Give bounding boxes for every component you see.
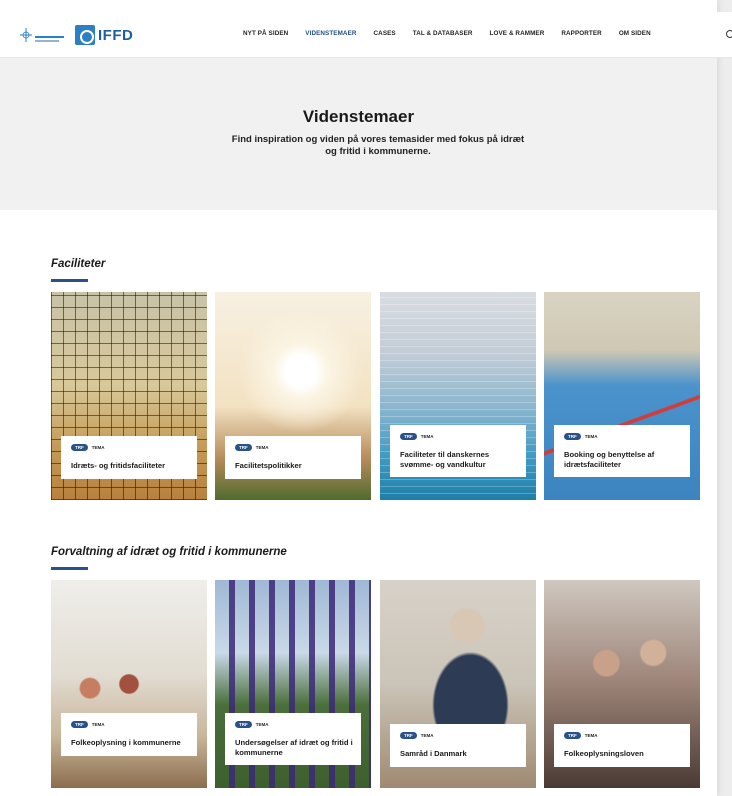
theme-card[interactable]: TRF TEMA Faciliteter til danskernes svøm…: [380, 292, 536, 500]
badge-pill: TRF: [564, 732, 581, 739]
nav-item-cases[interactable]: CASES: [374, 30, 396, 37]
badge-pill: TRF: [400, 433, 417, 440]
theme-badge: TRF TEMA: [564, 433, 682, 440]
badge-tag: TEMA: [584, 733, 598, 738]
badge-tag: TEMA: [255, 445, 269, 450]
card-title: Booking og benyttelse af idrætsfacilitet…: [564, 450, 655, 469]
theme-badge: TRF TEMA: [71, 444, 189, 451]
card-title: Facilitetspolitikker: [235, 461, 302, 470]
card-info: TRF TEMA Undersøgelser af idræt og friti…: [225, 713, 361, 765]
card-info: TRF TEMA Samråd i Danmark: [390, 724, 526, 767]
badge-pill: TRF: [71, 444, 88, 451]
theme-card[interactable]: TRF TEMA Idræts- og fritidsfaciliteter: [51, 292, 207, 500]
badge-tag: TEMA: [420, 434, 434, 439]
theme-badge: TRF TEMA: [564, 732, 682, 739]
card-title: Idræts- og fritidsfaciliteter: [71, 461, 166, 470]
iffd-mark-icon: [75, 25, 95, 45]
badge-tag: TEMA: [91, 445, 105, 450]
badge-pill: TRF: [400, 732, 417, 739]
main-nav: NYT PÅ SIDEN VIDENSTEMAER CASES TAL & DA…: [243, 30, 668, 37]
page-subtitle: Find inspiration og viden på vores temas…: [231, 134, 525, 157]
card-info: TRF TEMA Booking og benyttelse af idræts…: [554, 425, 690, 477]
site-header: IFFD NYT PÅ SIDEN VIDENSTEMAER CASES TAL…: [0, 12, 732, 58]
page-title: Videnstemaer: [302, 107, 415, 126]
theme-card[interactable]: TRF TEMA Folkeoplysning i kommunerne: [51, 580, 207, 788]
hero-banner: Videnstemaer Find inspiration og viden p…: [0, 58, 717, 210]
section-title-forvaltning: Forvaltning af idræt og fritid i kommune…: [51, 546, 287, 558]
theme-card[interactable]: TRF TEMA Undersøgelser af idræt og friti…: [215, 580, 371, 788]
section-underline: [51, 279, 88, 282]
card-info: TRF TEMA Folkeoplysningsloven: [554, 724, 690, 767]
theme-badge: TRF TEMA: [71, 721, 189, 728]
theme-badge: TRF TEMA: [235, 444, 353, 451]
card-info: TRF TEMA Faciliteter til danskernes svøm…: [390, 425, 526, 477]
card-title: Faciliteter til danskernes svømme- og va…: [400, 450, 490, 469]
section-underline: [51, 567, 88, 570]
nav-item-rapporter[interactable]: RAPPORTER: [561, 30, 601, 37]
nav-item-nyt[interactable]: NYT PÅ SIDEN: [243, 30, 288, 37]
iffd-logo[interactable]: IFFD: [75, 23, 137, 47]
card-title: Folkeoplysning i kommunerne: [71, 738, 181, 747]
theme-badge: TRF TEMA: [400, 732, 518, 739]
theme-card[interactable]: TRF TEMA Samråd i Danmark: [380, 580, 536, 788]
theme-badge: TRF TEMA: [235, 721, 353, 728]
idraettens-analyseinstitut-logo[interactable]: [20, 26, 66, 46]
card-title: Folkeoplysningsloven: [564, 749, 644, 758]
nav-item-love-rammer[interactable]: LOVE & RAMMER: [490, 30, 545, 37]
nav-item-om-siden[interactable]: OM SIDEN: [619, 30, 651, 37]
badge-tag: TEMA: [255, 722, 269, 727]
badge-tag: TEMA: [420, 733, 434, 738]
badge-pill: TRF: [564, 433, 581, 440]
nav-item-tal-databaser[interactable]: TAL & DATABASER: [413, 30, 473, 37]
card-title: Undersøgelser af idræt og fritid i kommu…: [235, 738, 353, 757]
theme-card[interactable]: TRF TEMA Folkeoplysningsloven: [544, 580, 700, 788]
theme-card[interactable]: TRF TEMA Facilitetspolitikker: [215, 292, 371, 500]
card-info: TRF TEMA Folkeoplysning i kommunerne: [61, 713, 197, 756]
iffd-logo-text: IFFD: [98, 26, 134, 44]
nav-item-videnstemaer[interactable]: VIDENSTEMAER: [305, 30, 356, 37]
badge-pill: TRF: [235, 444, 252, 451]
badge-pill: TRF: [235, 721, 252, 728]
search-icon[interactable]: [726, 30, 732, 38]
theme-card[interactable]: TRF TEMA Booking og benyttelse af idræts…: [544, 292, 700, 500]
card-info: TRF TEMA Idræts- og fritidsfaciliteter: [61, 436, 197, 479]
theme-badge: TRF TEMA: [400, 433, 518, 440]
badge-tag: TEMA: [91, 722, 105, 727]
card-info: TRF TEMA Facilitetspolitikker: [225, 436, 361, 479]
section-title-faciliteter: Faciliteter: [51, 258, 106, 270]
card-title: Samråd i Danmark: [400, 749, 467, 758]
badge-tag: TEMA: [584, 434, 598, 439]
card-image: [51, 580, 207, 788]
badge-pill: TRF: [71, 721, 88, 728]
